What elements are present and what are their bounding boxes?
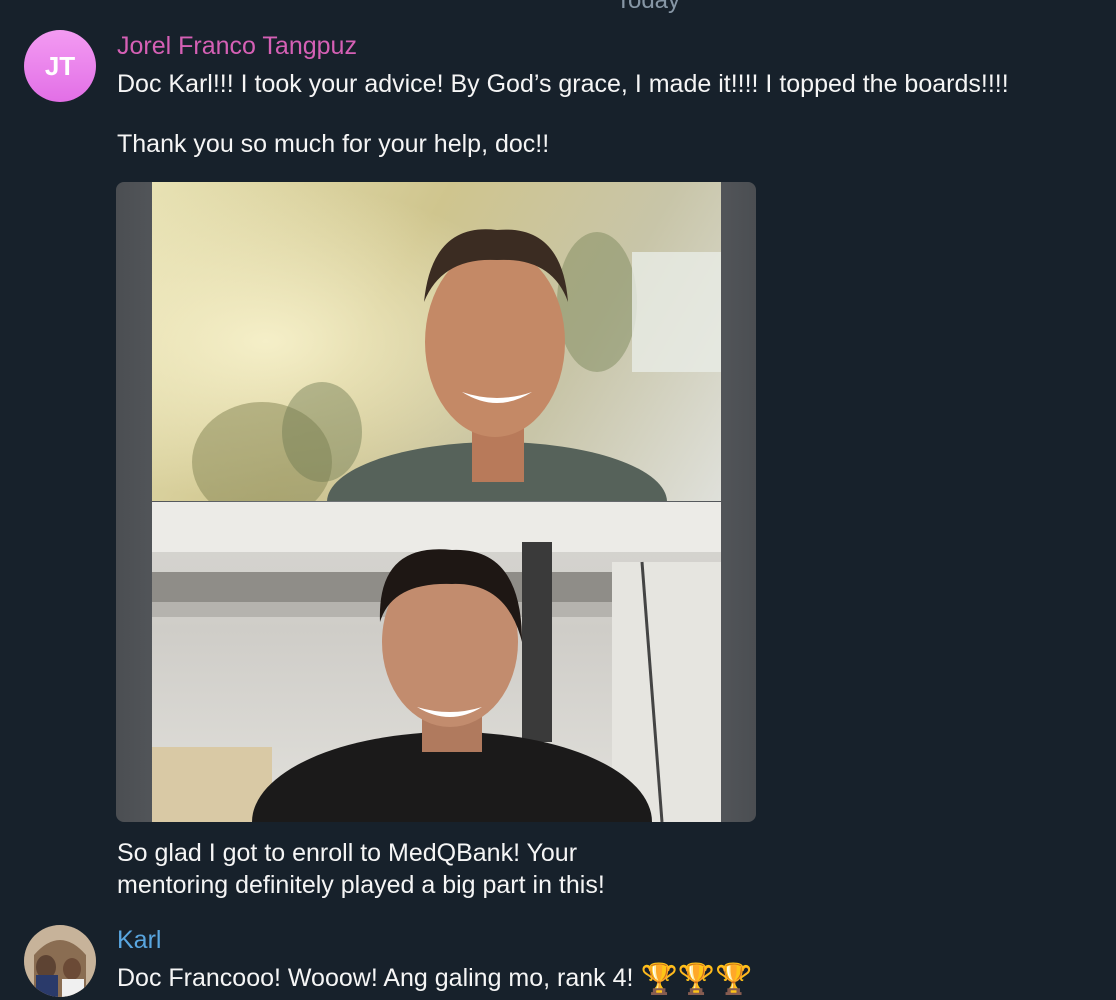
sender-name[interactable]: Jorel Franco Tangpuz [117,32,357,61]
person-photo-bottom [152,502,721,822]
message-text-content: Doc Francooo! Wooow! Ang galing mo, rank… [117,964,634,992]
avatar-initials: JT [44,50,76,81]
trophy-emoji: 🏆🏆🏆 [640,963,753,996]
avatar-jorel[interactable]: JT [24,30,96,102]
message-text: Doc Francooo! Wooow! Ang galing mo, rank… [117,962,753,995]
sender-name[interactable]: Karl [117,926,161,955]
video-call-panel-bottom [152,502,721,822]
video-call-panel-top [152,182,721,501]
message-text: Doc Karl!!! I took your advice! By God’s… [117,70,1009,98]
caption-text: mentoring definitely played a big part i… [117,871,605,899]
caption-text: So glad I got to enroll to MedQBank! You… [117,839,578,867]
avatar-karl[interactable] [24,925,96,997]
photo-attachment[interactable] [116,182,756,822]
date-separator: Today [615,0,681,14]
chat-view: Today JT Jorel Franco Tangpuz Doc Karl!!… [0,0,1116,1000]
message-text: Thank you so much for your help, doc!! [117,130,550,158]
person-photo-top [152,182,721,501]
avatar-photo [24,925,96,997]
